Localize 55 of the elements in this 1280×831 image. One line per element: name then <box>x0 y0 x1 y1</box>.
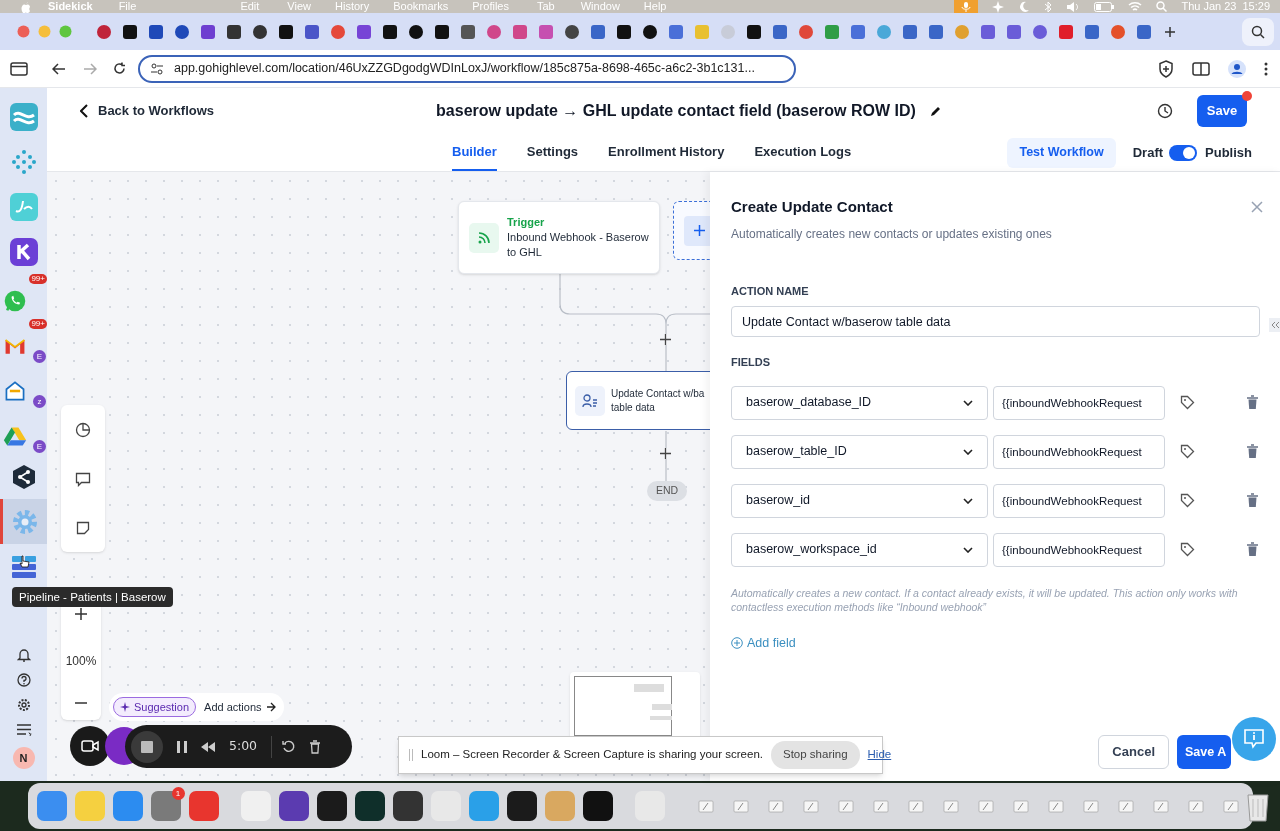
panel-subtitle: Automatically creates new contacts or updates existing ones <box>731 225 1053 243</box>
add-field-link[interactable]: Add field <box>731 633 796 653</box>
toggle-label: Publish <box>1205 143 1252 162</box>
hide-link[interactable]: Hide <box>867 746 892 764</box>
field-select[interactable]: baserow_workspace_id <box>731 532 988 567</box>
field-value-input[interactable]: {{inboundWebhookRequest <box>993 483 1165 518</box>
field-label: ACTION NAME <box>731 283 810 299</box>
workflow-tab[interactable]: Enrollment History <box>608 134 725 171</box>
action-node[interactable]: Update Contact w/ba table data <box>566 371 710 430</box>
workflow-tab[interactable]: Execution Logs <box>754 134 852 171</box>
field-value-input[interactable]: {{inboundWebhookRequest <box>993 434 1165 469</box>
back-link[interactable]: Back to Workflows <box>80 101 215 121</box>
sidebar-app[interactable]: E <box>0 409 47 454</box>
toggle-label: Draft <box>1132 143 1164 162</box>
node-text: table data <box>611 400 656 415</box>
action-name-input[interactable]: Update Contact w/baserow table data <box>731 306 1260 337</box>
node-text: Inbound Webhook - Baserow to GHL <box>507 230 649 260</box>
menu-time: 15:29 <box>1242 0 1270 13</box>
workflow-title: baserow update → GHL update contact field (baserow ROW ID) <box>436 101 916 121</box>
sharing-message: Loom – Screen Recorder & Screen Capture is sharing your screen. <box>421 747 763 763</box>
field-select[interactable]: baserow_table_ID <box>731 434 988 469</box>
tooltip: Pipeline - Patients | Baserow <box>12 587 173 607</box>
cancel-button[interactable]: Cancel <box>1098 735 1169 769</box>
avatar[interactable]: N <box>12 747 35 769</box>
node-label: Trigger <box>507 215 546 230</box>
profile-badge: E <box>33 440 46 453</box>
zoom-level: 100% <box>65 653 97 670</box>
recording-time: 5:00 <box>229 737 258 756</box>
sidebar-app[interactable]: z <box>0 364 47 409</box>
save-button[interactable]: Save <box>1197 95 1247 127</box>
sidebar-app[interactable]: 99+ E <box>0 319 47 364</box>
suggestion-chip[interactable]: Suggestion <box>113 697 197 717</box>
stop-sharing-button[interactable]: Stop sharing <box>771 741 860 769</box>
help-note: Automatically creates a new contact. If a contact already exists, it will be updated. This action only works with contactless execution methods like “Inbound webhook” <box>731 585 1239 614</box>
address-field[interactable]: app.gohighlevel.com/location/46UxZZGDgodgWDInLoxJ/workflow/185c875a-8698-465c-a6c2-3b1c131... <box>138 54 796 83</box>
notification-badge: 99+ <box>29 274 47 284</box>
field-value-input[interactable]: {{inboundWebhookRequest <box>993 385 1165 420</box>
panel-title: Create Update Contact <box>731 197 893 217</box>
trigger-node[interactable]: Trigger Inbound Webhook - Baserow to GHL <box>458 201 660 274</box>
field-value-input[interactable]: {{inboundWebhookRequest <box>993 532 1165 567</box>
workflow-tab[interactable]: Settings <box>526 134 579 171</box>
menu-date: Thu Jan 23 <box>1181 0 1237 13</box>
field-select[interactable]: baserow_database_ID <box>731 385 988 420</box>
node-text: Update Contact w/ba <box>611 386 705 401</box>
sidebar-app[interactable]: 99+ <box>0 274 47 319</box>
profile-badge: E <box>33 350 46 363</box>
test-workflow-button[interactable]: Test Workflow <box>1007 137 1116 168</box>
profile-badge: z <box>33 395 46 408</box>
end-marker: END <box>647 481 687 501</box>
field-select[interactable]: baserow_id <box>731 483 988 518</box>
add-actions-link[interactable]: Add actions <box>204 698 276 716</box>
url-text: app.gohighlevel.com/location/46UxZZGDgodgWDInLoxJ/workflow/185c875a-8698-465c-a6c2-3b1c131... <box>174 60 755 78</box>
save-action-button[interactable]: Save A <box>1177 735 1231 769</box>
field-label: FIELDS <box>731 355 772 370</box>
notification-badge: 99+ <box>29 319 47 329</box>
